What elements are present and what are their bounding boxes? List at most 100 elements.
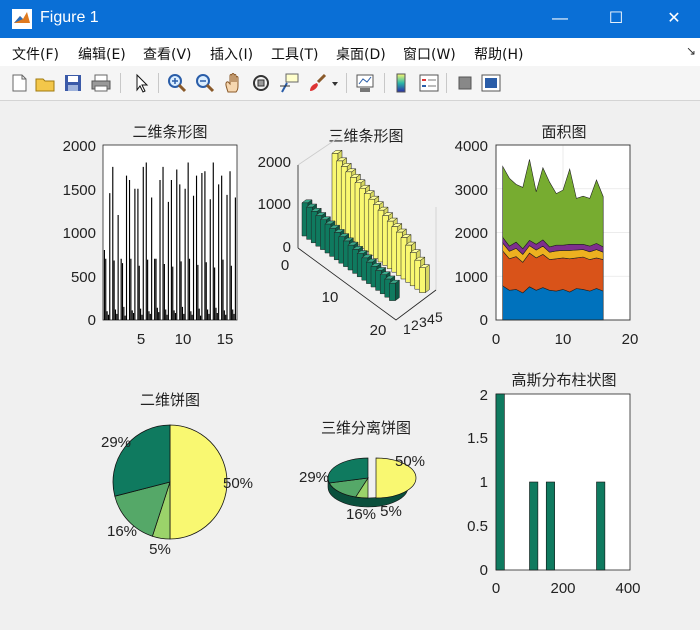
x-tick-label: 10: [555, 331, 572, 348]
pie-slice: [169, 424, 228, 540]
bar: [234, 197, 236, 320]
bar: [105, 258, 107, 320]
save-icon[interactable]: [62, 72, 84, 94]
toolbar-separator: [120, 73, 121, 93]
bar: [120, 258, 122, 320]
y-tick-label: 10: [322, 289, 339, 306]
bar: [232, 309, 234, 320]
menu-help[interactable]: 帮助(H): [474, 44, 523, 64]
menu-file[interactable]: 文件(F): [12, 44, 59, 64]
plot-area: [495, 393, 631, 571]
bar: [223, 310, 225, 321]
bar: [145, 162, 147, 320]
show-plot-tools-icon[interactable]: [480, 72, 502, 94]
bar: [191, 314, 193, 320]
chart-title: 高斯分布柱状图: [511, 371, 616, 389]
data-cursor-icon[interactable]: [278, 72, 300, 94]
z-tick-label: 1000: [258, 196, 291, 213]
menu-edit[interactable]: 编辑(E): [78, 44, 126, 64]
legend-icon[interactable]: [418, 72, 440, 94]
histogram-bar: [495, 393, 505, 571]
close-button[interactable]: ✕: [648, 0, 700, 38]
bar: [208, 313, 210, 321]
bar: [209, 199, 211, 320]
bar-face: [389, 282, 396, 301]
bar: [229, 171, 231, 320]
menu-window[interactable]: 窗口(W): [403, 44, 456, 64]
zoom-in-icon[interactable]: [166, 72, 188, 94]
chart-title: 三维条形图: [328, 127, 403, 145]
toolbar-separator: [158, 73, 159, 93]
maximize-button[interactable]: ☐: [590, 0, 642, 38]
y-tick-label: 0: [480, 312, 488, 329]
y-tick-label: 0: [281, 257, 289, 274]
bar: [147, 259, 149, 321]
bar-group: [301, 149, 431, 302]
bar: [183, 313, 185, 321]
slice-label: 29%: [101, 434, 131, 451]
bar: [131, 310, 133, 321]
bar: [222, 259, 224, 321]
bar: [103, 250, 105, 320]
x-tick-label: 2: [411, 317, 419, 333]
new-icon[interactable]: [8, 72, 30, 94]
bar: [192, 195, 195, 320]
pointer-icon[interactable]: [130, 72, 152, 94]
bar: [179, 184, 181, 321]
window-titlebar: Figure 1 — ☐ ✕: [0, 0, 700, 38]
bar: [165, 309, 167, 320]
dock-arrow-icon[interactable]: ↘: [686, 44, 696, 58]
bar: [207, 309, 209, 320]
bar: [132, 313, 135, 320]
open-icon[interactable]: [34, 72, 56, 94]
y-tick-label: 2000: [455, 225, 488, 242]
bar: [154, 258, 156, 320]
bar: [170, 180, 172, 320]
menu-desktop[interactable]: 桌面(D): [336, 44, 386, 64]
print-icon[interactable]: [90, 72, 112, 94]
x-tick-label: 5: [137, 331, 145, 348]
bar: [204, 171, 206, 320]
histogram-bar: [529, 481, 539, 571]
menu-tools[interactable]: 工具(T): [271, 44, 318, 64]
zoom-out-icon[interactable]: [194, 72, 216, 94]
chart-bar3d: 三维条形图 2000 1000 0 0 10 20 1 2 3 4 5: [258, 127, 443, 339]
menu-view[interactable]: 查看(V): [143, 44, 192, 64]
bar: [128, 180, 131, 320]
bar: [138, 265, 140, 320]
minimize-button[interactable]: —: [534, 0, 586, 38]
pan-icon[interactable]: [222, 72, 244, 94]
x-tick-label: 20: [622, 331, 639, 348]
slice-label: 50%: [223, 475, 253, 492]
brush-dropdown-icon[interactable]: [330, 72, 340, 94]
toolbar-separator: [384, 73, 385, 93]
bar: [230, 265, 232, 320]
bar: [142, 166, 144, 321]
chart-pie3d: 三维分离饼图 50% 5% 16% 29%: [299, 419, 425, 523]
y-tick-label: 0.5: [467, 518, 488, 535]
slice-label: 16%: [346, 506, 376, 523]
brush-icon[interactable]: [306, 72, 328, 94]
bar: [113, 260, 115, 320]
bar: [216, 313, 218, 320]
area-series: [502, 285, 604, 321]
chart-bar2d: 二维条形图 0 500 1000 1500 2000 5 10 15: [63, 123, 238, 348]
menu-insert[interactable]: 插入(I): [210, 44, 253, 64]
bar: [117, 215, 119, 320]
y-tick-label: 1: [480, 474, 488, 491]
slice-label: 5%: [149, 541, 171, 558]
colorbar-icon[interactable]: [390, 72, 412, 94]
bar: [218, 184, 220, 321]
rotate-3d-icon[interactable]: [250, 72, 272, 94]
y-tick-label: 1.5: [467, 430, 488, 447]
chart-title: 二维饼图: [140, 391, 200, 409]
bar: [215, 307, 217, 320]
bar: [187, 162, 189, 320]
hide-plot-tools-icon[interactable]: [454, 72, 476, 94]
bar: [214, 267, 216, 320]
x-tick-label: 15: [217, 331, 234, 348]
x-tick-label: 1: [403, 321, 411, 337]
bar-face: [419, 267, 426, 293]
y-tick-label: 1500: [63, 182, 96, 199]
link-plot-icon[interactable]: [354, 72, 376, 94]
